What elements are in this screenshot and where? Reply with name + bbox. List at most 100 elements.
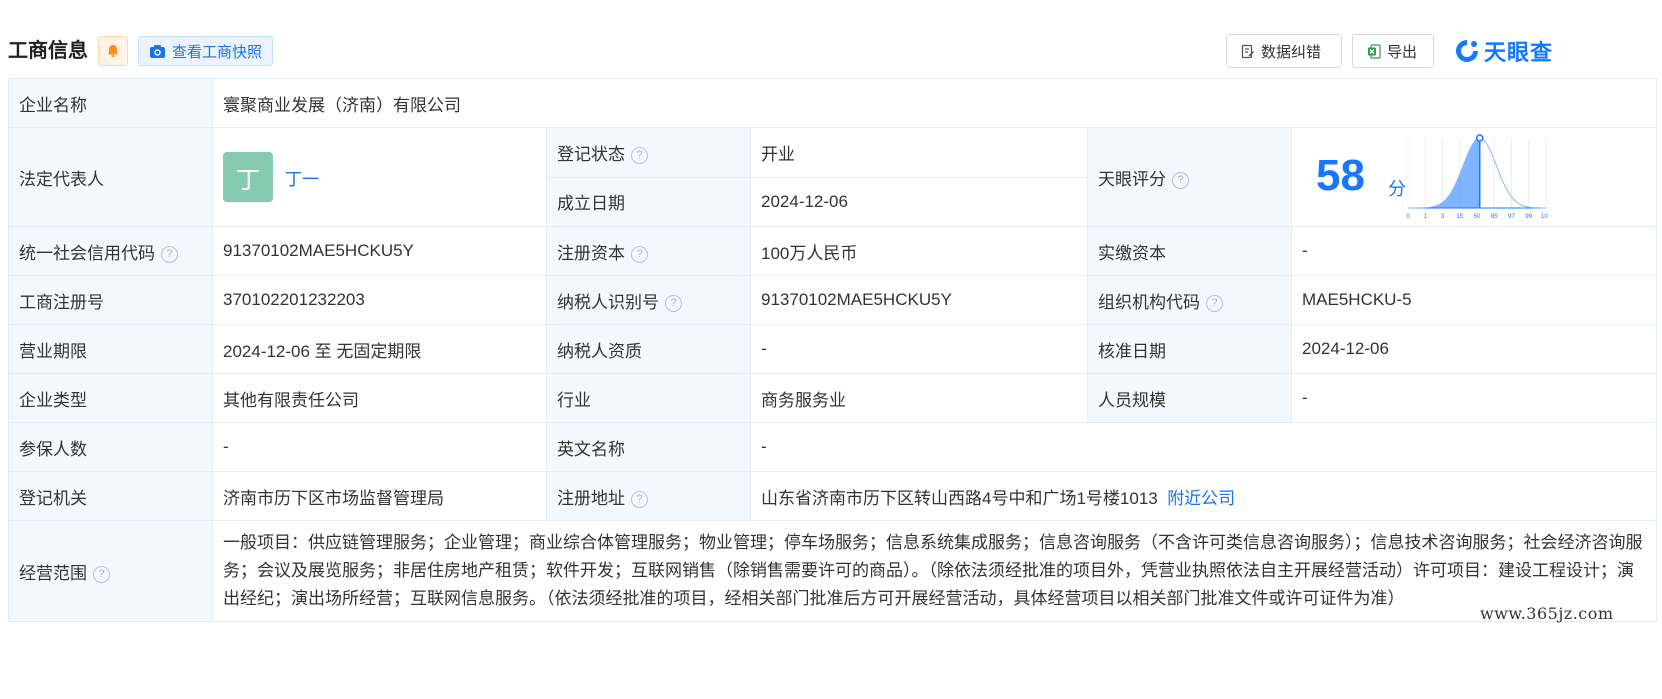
- taxpayer-qual-value: -: [750, 324, 1088, 374]
- score-tick-label: 50: [1474, 214, 1481, 220]
- company-name-value: 寰聚商业发展（济南）有限公司: [211, 78, 1658, 128]
- score-tick-label: 0: [1406, 214, 1410, 220]
- score-value: 58: [1316, 151, 1365, 200]
- scope-value: 一般项目：供应链管理服务；企业管理；商业综合体管理服务；物业管理；停车场服务；信…: [211, 520, 1658, 622]
- term-value: 2024-12-06 至 无固定期限: [212, 324, 547, 374]
- camera-icon: [150, 44, 165, 58]
- score-marker-dot: [1476, 134, 1484, 142]
- taxpayer-qual-label: 纳税人资质: [546, 324, 751, 374]
- score-tick-label: 1: [1424, 214, 1428, 220]
- reg-capital-value: 100万人民币: [750, 226, 1088, 276]
- avatar[interactable]: 丁: [223, 152, 273, 202]
- reg-capital-label-cell: 注册资本?: [546, 226, 751, 276]
- reg-capital-label: 注册资本: [557, 243, 625, 263]
- reg-status-label: 登记状态: [557, 144, 625, 164]
- bell-icon: [107, 45, 119, 57]
- taxpayer-id-label: 纳税人识别号: [557, 292, 659, 312]
- score-label: 天眼评分: [1098, 169, 1166, 189]
- help-icon[interactable]: ?: [1206, 294, 1223, 312]
- business-info-table: 企业名称 寰聚商业发展（济南）有限公司 法定代表人 丁 丁一 登记状态? 开业 …: [8, 78, 1658, 622]
- english-name-label: 英文名称: [546, 422, 751, 472]
- export-button[interactable]: 导出: [1352, 34, 1434, 68]
- scope-label-cell: 经营范围?: [8, 520, 213, 622]
- score-tick-label: 99: [1525, 214, 1532, 220]
- address-label: 注册地址: [557, 488, 625, 508]
- approval-date-value: 2024-12-06: [1290, 324, 1658, 374]
- taxpayer-id-label-cell: 纳税人识别号?: [546, 275, 751, 325]
- logo-text: 天眼查: [1484, 40, 1554, 65]
- table-row: 企业名称 寰聚商业发展（济南）有限公司: [8, 78, 1658, 128]
- term-label: 营业期限: [8, 324, 213, 374]
- table-row: 参保人数 - 英文名称 -: [8, 422, 1658, 472]
- subscribe-button[interactable]: [98, 36, 128, 66]
- founded-value: 2024-12-06: [750, 176, 1088, 227]
- credit-code-label-cell: 统一社会信用代码?: [8, 226, 213, 276]
- legal-rep-link[interactable]: 丁一: [285, 165, 319, 190]
- english-name-value: -: [749, 422, 1658, 472]
- industry-value: 商务服务业: [750, 373, 1088, 423]
- table-row: 经营范围? 一般项目：供应链管理服务；企业管理；商业综合体管理服务；物业管理；停…: [8, 520, 1658, 622]
- table-row: 营业期限 2024-12-06 至 无固定期限 纳税人资质 - 核准日期 202…: [8, 324, 1658, 374]
- logo-mark-icon: [1456, 40, 1478, 62]
- score-label-cell: 天眼评分?: [1087, 127, 1292, 227]
- score-distribution-chart: 0 1 3 15 50 85 97 99 100: [1406, 134, 1548, 220]
- insured-label: 参保人数: [8, 422, 213, 472]
- help-icon[interactable]: ?: [631, 245, 648, 263]
- authority-label: 登记机关: [8, 471, 213, 521]
- score-tick-label: 97: [1508, 214, 1515, 220]
- reg-no-label: 工商注册号: [8, 275, 213, 325]
- scope-label: 经营范围: [19, 563, 87, 583]
- credit-code-label: 统一社会信用代码: [19, 243, 155, 263]
- watermark: www.365jz.com: [1480, 604, 1614, 623]
- org-code-value: MAE5HCKU-5: [1290, 275, 1658, 325]
- address-value: 山东省济南市历下区转山西路4号中和广场1号楼1013: [761, 488, 1158, 508]
- org-code-label: 组织机构代码: [1098, 292, 1200, 312]
- help-icon[interactable]: ?: [1172, 171, 1189, 189]
- score-tick-label: 15: [1456, 214, 1463, 220]
- section-title: 工商信息: [8, 40, 88, 62]
- legal-rep-cell: 丁 丁一: [212, 127, 547, 227]
- snapshot-label: 查看工商快照: [172, 43, 263, 61]
- export-label: 导出: [1387, 43, 1418, 61]
- table-row: 工商注册号 370102201232203 纳税人识别号? 91370102MA…: [8, 275, 1658, 325]
- score-tick-label: 85: [1491, 214, 1498, 220]
- score-tick-label: 100: [1541, 214, 1548, 220]
- company-type-label: 企业类型: [8, 373, 213, 423]
- snapshot-button[interactable]: 查看工商快照: [138, 36, 274, 66]
- edit-doc-icon: [1241, 44, 1255, 58]
- help-icon[interactable]: ?: [631, 146, 648, 164]
- approval-date-label: 核准日期: [1087, 324, 1292, 374]
- nearby-companies-link[interactable]: 附近公司: [1167, 489, 1235, 508]
- table-row: 企业类型 其他有限责任公司 行业 商务服务业 人员规模 -: [8, 373, 1658, 423]
- correction-label: 数据纠错: [1261, 43, 1322, 61]
- score-unit: 分: [1388, 179, 1406, 199]
- help-icon[interactable]: ?: [665, 294, 682, 312]
- authority-value: 济南市历下区市场监督管理局: [212, 471, 547, 521]
- help-icon[interactable]: ?: [93, 565, 110, 583]
- excel-icon: [1368, 43, 1381, 59]
- table-row: 法定代表人 丁 丁一 登记状态? 开业 天眼评分? 58 分 0 1 3 15 50 85…: [8, 127, 1658, 227]
- industry-label: 行业: [546, 373, 751, 423]
- address-label-cell: 注册地址?: [546, 471, 751, 521]
- table-row: 登记机关 济南市历下区市场监督管理局 注册地址? 山东省济南市历下区转山西路4号…: [8, 471, 1658, 521]
- credit-code-value: 91370102MAE5HCKU5Y: [212, 226, 547, 276]
- company-type-value: 其他有限责任公司: [212, 373, 547, 423]
- table-row: 统一社会信用代码? 91370102MAE5HCKU5Y 注册资本? 100万人…: [8, 226, 1658, 276]
- data-correction-button[interactable]: 数据纠错: [1226, 34, 1342, 68]
- company-name-label: 企业名称: [8, 78, 213, 128]
- help-icon[interactable]: ?: [161, 245, 178, 263]
- tianyancha-logo: 天眼查: [1454, 34, 1553, 68]
- insured-value: -: [212, 422, 547, 472]
- help-icon[interactable]: ?: [631, 490, 648, 508]
- score-cell[interactable]: 58 分 0 1 3 15 50 85 97 99 100: [1290, 127, 1658, 227]
- reg-no-value: 370102201232203: [212, 275, 547, 325]
- score-area: [1408, 138, 1480, 208]
- org-code-label-cell: 组织机构代码?: [1087, 275, 1292, 325]
- paid-capital-value: -: [1290, 226, 1658, 276]
- staff-size-value: -: [1290, 373, 1658, 423]
- score-tick-label: 3: [1441, 214, 1445, 220]
- staff-size-label: 人员规模: [1087, 373, 1292, 423]
- taxpayer-id-value: 91370102MAE5HCKU5Y: [750, 275, 1088, 325]
- paid-capital-label: 实缴资本: [1087, 226, 1292, 276]
- legal-rep-label: 法定代表人: [8, 127, 213, 227]
